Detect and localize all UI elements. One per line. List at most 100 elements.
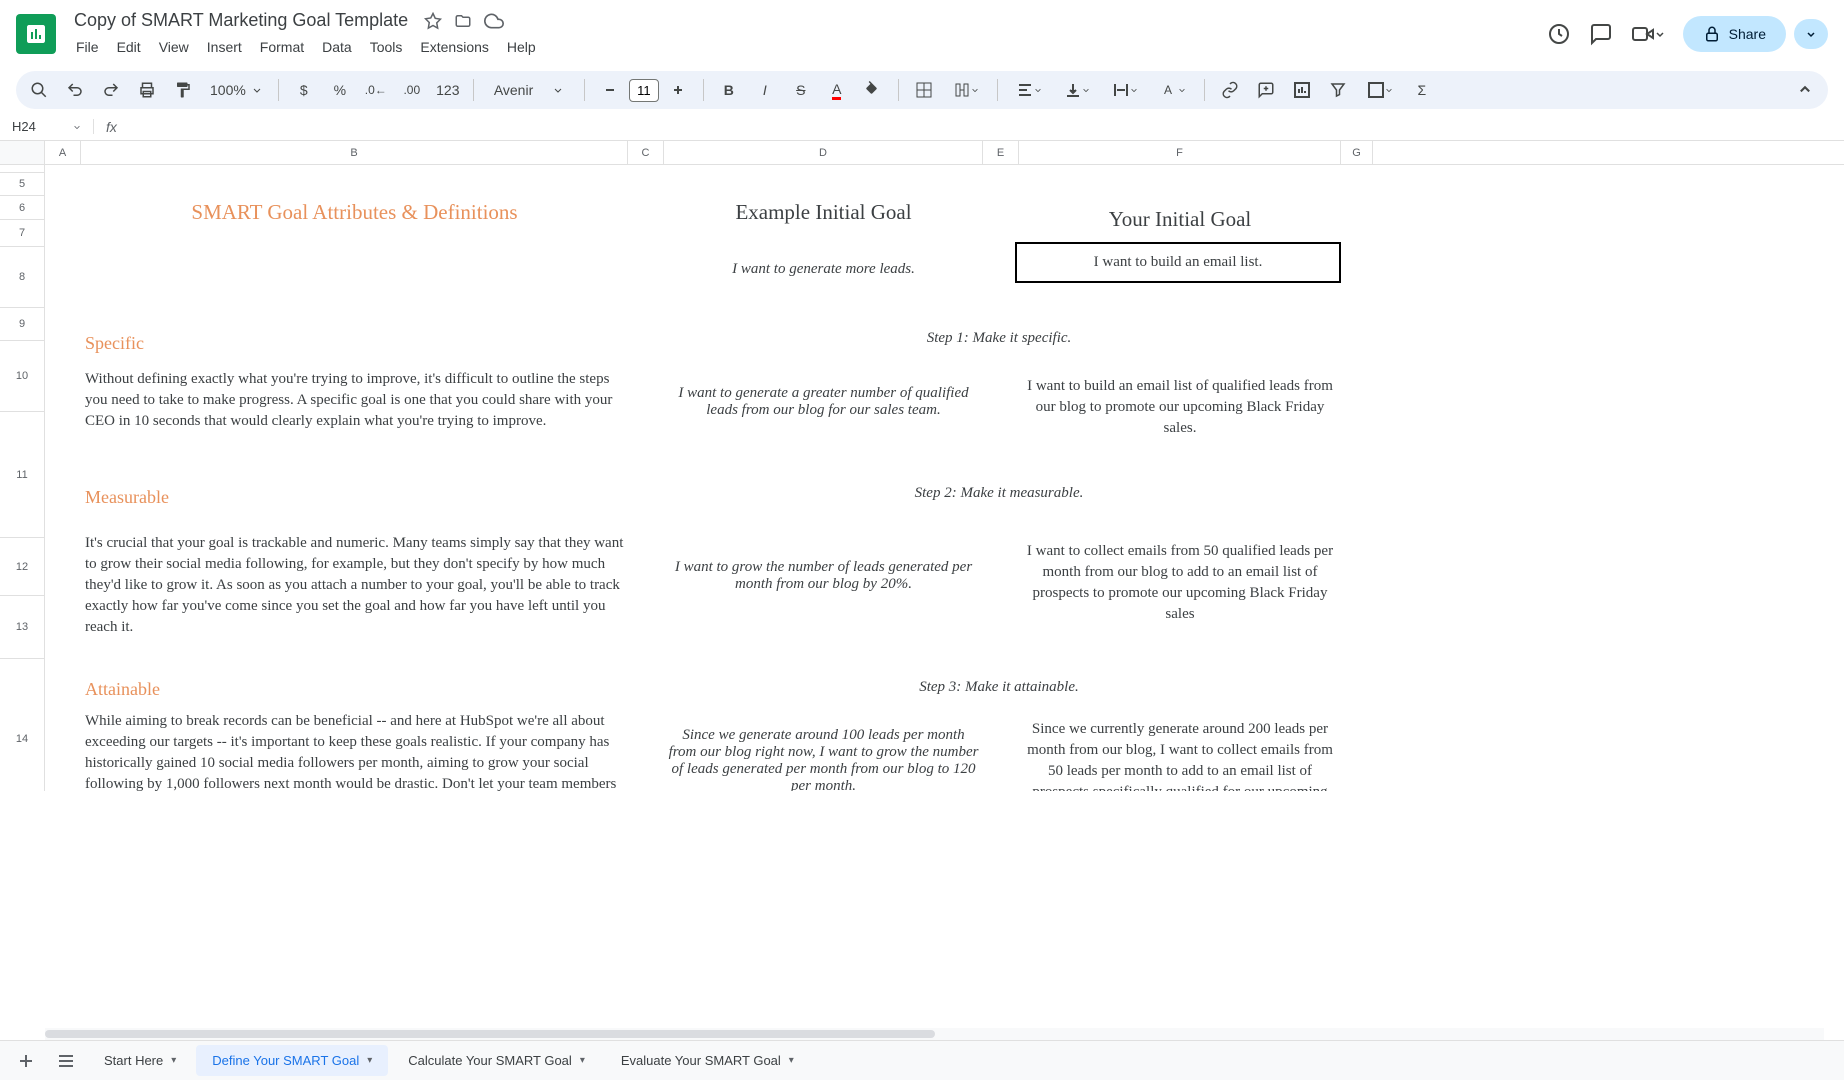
cell-B17[interactable]: While aiming to break records can be ben… xyxy=(81,707,628,791)
paint-format-icon[interactable] xyxy=(168,75,198,105)
valign-icon[interactable] xyxy=(1056,75,1098,105)
increase-font-icon[interactable] xyxy=(663,75,693,105)
row-header-9[interactable]: 9 xyxy=(0,308,44,341)
cell-B14[interactable]: It's crucial that your goal is trackable… xyxy=(81,529,628,642)
col-header-A[interactable]: A xyxy=(45,141,81,164)
col-header-D[interactable]: D xyxy=(664,141,983,164)
cell-B6[interactable]: SMART Goal Attributes & Definitions xyxy=(81,196,628,229)
add-comment-icon[interactable] xyxy=(1251,75,1281,105)
menu-help[interactable]: Help xyxy=(499,35,544,59)
font-size-input[interactable] xyxy=(629,79,659,102)
menu-view[interactable]: View xyxy=(151,35,197,59)
share-dropdown[interactable] xyxy=(1794,19,1828,49)
rotate-icon[interactable]: A xyxy=(1152,75,1194,105)
menu-insert[interactable]: Insert xyxy=(199,35,250,59)
cell-step3[interactable]: Step 3: Make it attainable. xyxy=(664,675,1334,700)
all-sheets-icon[interactable] xyxy=(48,1043,84,1079)
align-icon[interactable] xyxy=(1008,75,1050,105)
row-header-12[interactable]: 12 xyxy=(0,538,44,596)
menu-extensions[interactable]: Extensions xyxy=(412,35,496,59)
cell-area[interactable]: SMART Goal Attributes & Definitions Exam… xyxy=(45,165,1844,791)
menu-edit[interactable]: Edit xyxy=(109,35,149,59)
collapse-toolbar-icon[interactable] xyxy=(1790,75,1820,105)
cell-D8[interactable]: I want to generate more leads. xyxy=(664,257,983,282)
currency-icon[interactable]: $ xyxy=(289,75,319,105)
link-icon[interactable] xyxy=(1215,75,1245,105)
cell-F17[interactable]: Since we currently generate around 200 l… xyxy=(1019,715,1341,791)
merge-icon[interactable] xyxy=(945,75,987,105)
col-header-G[interactable]: G xyxy=(1341,141,1373,164)
undo-icon[interactable] xyxy=(60,75,90,105)
sheet-tab-calculate[interactable]: Calculate Your SMART Goal▾ xyxy=(392,1045,601,1076)
insert-chart-icon[interactable] xyxy=(1287,75,1317,105)
borders-icon[interactable] xyxy=(909,75,939,105)
sheet-tab-define[interactable]: Define Your SMART Goal▾ xyxy=(196,1045,388,1076)
cell-B13[interactable]: Measurable xyxy=(81,483,173,512)
menu-format[interactable]: Format xyxy=(252,35,312,59)
history-icon[interactable] xyxy=(1547,22,1571,46)
row-header-13[interactable]: 13 xyxy=(0,596,44,659)
zoom-select[interactable]: 100% xyxy=(204,80,268,100)
sheet-tab-start-here[interactable]: Start Here▾ xyxy=(88,1045,192,1076)
row-header-14[interactable]: 14 xyxy=(0,659,44,791)
move-icon[interactable] xyxy=(454,12,472,30)
cell-D6[interactable]: Example Initial Goal xyxy=(664,196,983,229)
percent-icon[interactable]: % xyxy=(325,75,355,105)
meet-icon[interactable] xyxy=(1631,22,1665,46)
formula-input[interactable] xyxy=(129,113,1844,140)
row-header-8[interactable]: 8 xyxy=(0,247,44,308)
bold-icon[interactable]: B xyxy=(714,75,744,105)
increase-decimal-icon[interactable]: .00 xyxy=(397,75,427,105)
decrease-decimal-icon[interactable]: .0← xyxy=(361,75,391,105)
cell-F14[interactable]: I want to collect emails from 50 qualifi… xyxy=(1019,537,1341,629)
row-header-11[interactable]: 11 xyxy=(0,412,44,538)
cell-B10[interactable]: Specific xyxy=(81,329,148,358)
horizontal-scrollbar[interactable] xyxy=(45,1028,1824,1040)
text-color-icon[interactable]: A xyxy=(822,75,852,105)
share-button[interactable]: Share xyxy=(1683,16,1786,52)
document-title[interactable]: Copy of SMART Marketing Goal Template xyxy=(68,8,414,33)
row-header-4[interactable] xyxy=(0,165,44,173)
star-icon[interactable] xyxy=(424,12,442,30)
cell-B11[interactable]: Without defining exactly what you're try… xyxy=(81,365,628,436)
functions-icon[interactable]: Σ xyxy=(1407,75,1437,105)
fill-color-icon[interactable] xyxy=(858,75,888,105)
col-header-E[interactable]: E xyxy=(983,141,1019,164)
cell-B16[interactable]: Attainable xyxy=(81,675,164,704)
row-header-7[interactable]: 7 xyxy=(0,220,44,247)
cell-F8[interactable]: I want to build an email list. xyxy=(1015,242,1341,283)
strikethrough-icon[interactable]: S xyxy=(786,75,816,105)
row-header-10[interactable]: 10 xyxy=(0,341,44,412)
cell-F11[interactable]: I want to build an email list of qualifi… xyxy=(1019,372,1341,443)
cell-D17[interactable]: Since we generate around 100 leads per m… xyxy=(664,723,983,791)
cell-step1[interactable]: Step 1: Make it specific. xyxy=(664,326,1334,351)
search-icon[interactable] xyxy=(24,75,54,105)
add-sheet-icon[interactable] xyxy=(8,1043,44,1079)
sheets-logo[interactable] xyxy=(16,14,56,54)
filter-views-icon[interactable] xyxy=(1359,75,1401,105)
name-box[interactable]: H24 xyxy=(0,119,94,134)
col-header-B[interactable]: B xyxy=(81,141,628,164)
col-header-C[interactable]: C xyxy=(628,141,664,164)
sheet-tab-evaluate[interactable]: Evaluate Your SMART Goal▾ xyxy=(605,1045,810,1076)
menu-file[interactable]: File xyxy=(68,35,107,59)
font-select[interactable]: Avenir xyxy=(484,78,574,102)
col-header-F[interactable]: F xyxy=(1019,141,1341,164)
redo-icon[interactable] xyxy=(96,75,126,105)
italic-icon[interactable]: I xyxy=(750,75,780,105)
cloud-icon[interactable] xyxy=(484,11,504,31)
row-header-6[interactable]: 6 xyxy=(0,196,44,220)
menu-data[interactable]: Data xyxy=(314,35,360,59)
cell-step2[interactable]: Step 2: Make it measurable. xyxy=(664,481,1334,506)
select-all-corner[interactable] xyxy=(0,141,45,164)
format-123-icon[interactable]: 123 xyxy=(433,75,463,105)
comment-icon[interactable] xyxy=(1589,22,1613,46)
row-header-5[interactable]: 5 xyxy=(0,173,44,196)
cell-D14[interactable]: I want to grow the number of leads gener… xyxy=(664,555,983,597)
cell-F6[interactable]: Your Initial Goal xyxy=(1019,203,1341,236)
wrap-icon[interactable] xyxy=(1104,75,1146,105)
print-icon[interactable] xyxy=(132,75,162,105)
decrease-font-icon[interactable] xyxy=(595,75,625,105)
cell-D11[interactable]: I want to generate a greater number of q… xyxy=(664,381,983,423)
menu-tools[interactable]: Tools xyxy=(362,35,411,59)
